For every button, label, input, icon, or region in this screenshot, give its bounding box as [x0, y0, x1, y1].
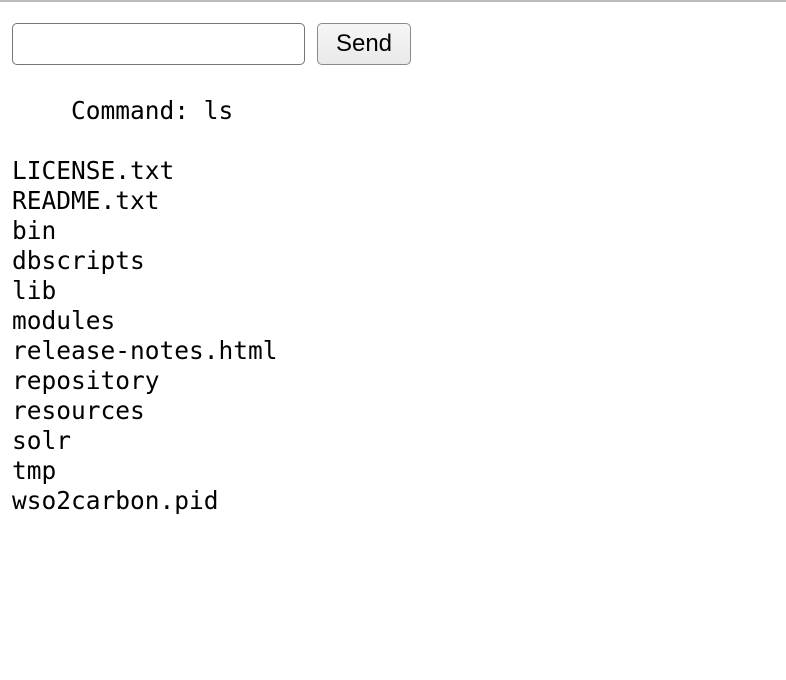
file-list-item: solr [12, 426, 72, 455]
file-list-item: README.txt [12, 186, 160, 215]
file-list-item: repository [12, 366, 160, 395]
command-echo: Command: ls [12, 96, 278, 126]
command-output: Command: ls LICENSE.txt README.txt bin dbscr… [12, 96, 278, 516]
file-list: LICENSE.txt README.txt bin dbscripts lib modu… [12, 156, 278, 516]
file-list-item: bin [12, 216, 57, 245]
command-input[interactable] [12, 23, 305, 65]
file-list-item: lib [12, 276, 57, 305]
file-list-item: modules [12, 306, 116, 335]
send-button[interactable]: Send [317, 23, 411, 65]
file-list-item: release-notes.html [12, 336, 278, 365]
file-list-item: LICENSE.txt [12, 156, 175, 185]
file-list-item: tmp [12, 456, 57, 485]
file-list-item: resources [12, 396, 145, 425]
command-prefix: Command: [12, 96, 204, 125]
file-list-item: dbscripts [12, 246, 145, 275]
command-text: ls [203, 96, 234, 125]
file-list-item: wso2carbon.pid [12, 486, 219, 515]
